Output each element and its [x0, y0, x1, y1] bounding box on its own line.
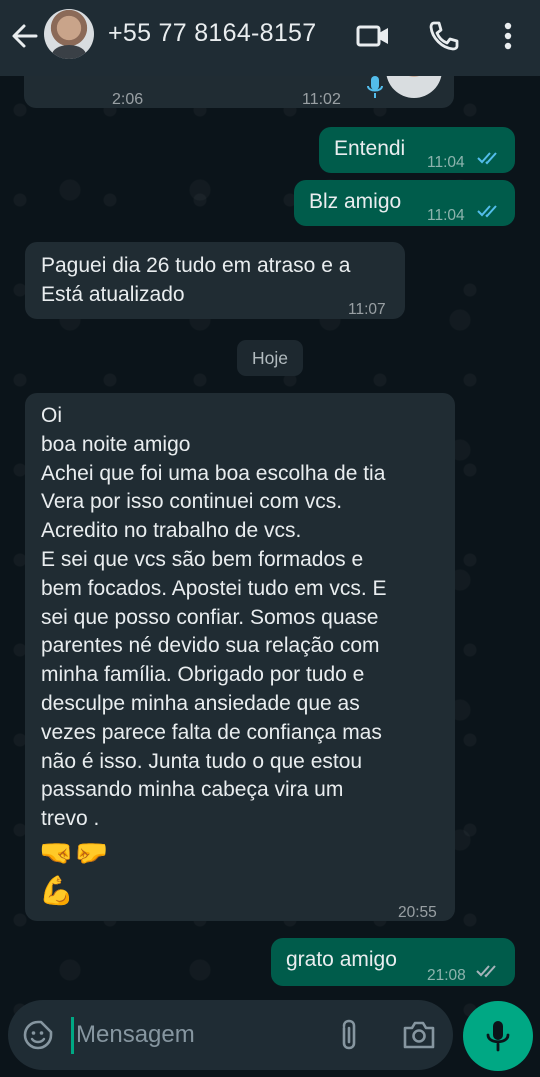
outgoing-message[interactable]: Entendi 11:04 — [319, 127, 515, 173]
mic-icon — [486, 1021, 510, 1052]
emoji-sticker-icon[interactable] — [22, 1019, 54, 1051]
incoming-message[interactable]: Paguei dia 26 tudo em atraso e a Está at… — [25, 242, 405, 319]
audio-duration: 2:06 — [112, 91, 144, 108]
mic-icon — [367, 76, 383, 98]
message-input[interactable]: Mensagem — [76, 1021, 195, 1049]
delivered-ticks-icon — [476, 965, 496, 978]
message-time: 21:08 — [427, 967, 466, 984]
message-time: 11:07 — [348, 301, 386, 318]
attach-icon[interactable] — [335, 1018, 363, 1054]
contact-avatar[interactable] — [44, 9, 94, 59]
contact-name[interactable]: +55 77 8164-8157 — [108, 19, 316, 48]
text-cursor — [71, 1017, 74, 1054]
read-ticks-icon — [477, 205, 497, 218]
message-time: 11:02 — [302, 91, 341, 108]
read-ticks-icon — [477, 152, 497, 165]
message-text: Blz amigo — [309, 190, 402, 213]
flexed-biceps-emoji: 💪 — [39, 875, 74, 906]
message-text: grato amigo — [286, 948, 397, 971]
date-separator: Hoje — [237, 340, 303, 376]
outgoing-message[interactable]: grato amigo 21:08 — [271, 938, 515, 986]
voice-message-button[interactable] — [463, 1001, 533, 1071]
message-text: Paguei dia 26 tudo em atraso e a Está at… — [41, 254, 351, 306]
fist-bump-emoji: 🤜🤛 — [39, 837, 109, 868]
camera-icon[interactable] — [402, 1020, 436, 1050]
chat-header: +55 77 8164-8157 — [0, 0, 540, 76]
message-text: Entendi — [334, 137, 406, 160]
message-text: Oi boa noite amigo Achei que foi uma boa… — [41, 404, 387, 831]
message-composer[interactable] — [8, 1000, 453, 1070]
phone-icon[interactable] — [426, 19, 462, 53]
incoming-message[interactable]: Oi boa noite amigo Achei que foi uma boa… — [25, 393, 455, 921]
message-time: 20:55 — [398, 904, 437, 921]
message-time: 11:04 — [427, 154, 465, 171]
outgoing-message[interactable]: Blz amigo 11:04 — [294, 180, 515, 226]
message-time: 11:04 — [427, 207, 465, 224]
back-arrow-icon[interactable] — [8, 18, 40, 54]
more-vert-icon[interactable] — [490, 19, 526, 53]
video-call-icon[interactable] — [355, 19, 391, 53]
